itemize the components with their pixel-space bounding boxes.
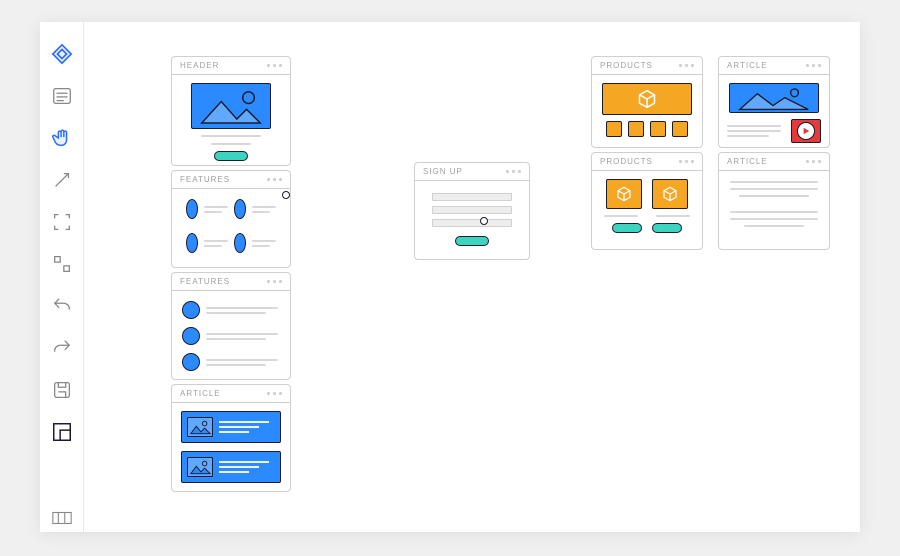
window-dots-icon [806,64,821,67]
input-field [432,193,512,201]
play-icon [797,122,815,140]
block-titlebar: FEATURES [172,171,290,189]
text-line [739,195,809,197]
feature-circle [182,353,200,371]
pointer-icon[interactable] [48,166,76,194]
article-card [181,411,281,443]
shape-icon[interactable] [48,40,76,68]
block-title: ARTICLE [727,157,768,166]
product-thumb [628,121,644,137]
block-title: FEATURES [180,277,230,286]
window-dots-icon [806,160,821,163]
frame-icon[interactable] [48,208,76,236]
block-title: ARTICLE [727,61,768,70]
feature-circle [186,199,198,219]
feature-circle [186,233,198,253]
window-dots-icon [267,64,282,67]
canvas[interactable]: HEADER FEATURES [84,22,860,532]
window-dots-icon [267,178,282,181]
product-card [606,179,642,209]
block-titlebar: HEADER [172,57,290,75]
block-titlebar: PRODUCTS [592,153,702,171]
block-article-side[interactable]: ARTICLE [718,56,830,148]
window-dots-icon [679,160,694,163]
properties-view-icon[interactable] [48,504,76,532]
block-titlebar: PRODUCTS [592,57,702,75]
save-icon[interactable] [48,376,76,404]
block-article-side2[interactable]: ARTICLE [718,152,830,250]
block-features-grid[interactable]: FEATURES [171,170,291,268]
text-line [201,135,261,137]
product-card [652,179,688,209]
submit-button [455,236,489,246]
redo-icon[interactable] [48,334,76,362]
undo-icon[interactable] [48,292,76,320]
layout-icon[interactable] [48,418,76,446]
window-dots-icon [267,280,282,283]
block-titlebar: ARTICLE [719,153,829,171]
text-line [744,225,804,227]
block-titlebar: SIGN UP [415,163,529,181]
article-card [181,451,281,483]
window-dots-icon [679,64,694,67]
block-titlebar: ARTICLE [172,385,290,403]
feature-circle [234,199,246,219]
crop-icon[interactable] [48,250,76,278]
block-products-top[interactable]: PRODUCTS [591,56,703,148]
thumbnail-icon [187,417,213,437]
text-line [211,143,251,145]
cta-button [652,223,682,233]
text-line [730,211,818,213]
link-node[interactable] [282,191,290,199]
block-titlebar: ARTICLE [719,57,829,75]
block-titlebar: FEATURES [172,273,290,291]
feature-circle [182,327,200,345]
block-products-bottom[interactable]: PRODUCTS [591,152,703,250]
text-line [730,218,818,220]
block-title: ARTICLE [180,389,221,398]
feature-circle [182,301,200,319]
product-thumb [650,121,666,137]
video-placeholder [791,119,821,143]
window-dots-icon [267,392,282,395]
toolbar [40,22,84,532]
block-title: PRODUCTS [600,157,653,166]
link-node[interactable] [480,217,488,225]
feature-circle [234,233,246,253]
text-line [730,181,818,183]
block-features-list[interactable]: FEATURES [171,272,291,380]
block-title: SIGN UP [423,167,463,176]
block-title: HEADER [180,61,219,70]
block-title: FEATURES [180,175,230,184]
product-hero [602,83,692,115]
block-article-cards[interactable]: ARTICLE [171,384,291,492]
image-placeholder [729,83,819,113]
text-line [730,188,818,190]
image-placeholder [191,83,271,129]
product-thumb [606,121,622,137]
cta-button [612,223,642,233]
block-header[interactable]: HEADER [171,56,291,166]
cta-button [214,151,248,161]
thumbnail-icon [187,457,213,477]
input-field [432,219,512,227]
text-panel-icon[interactable] [48,82,76,110]
block-signup[interactable]: SIGN UP [414,162,530,260]
wireframe-app: HEADER FEATURES [40,22,860,532]
block-title: PRODUCTS [600,61,653,70]
window-dots-icon [506,170,521,173]
input-field [432,206,512,214]
hand-icon[interactable] [48,124,76,152]
product-thumb [672,121,688,137]
